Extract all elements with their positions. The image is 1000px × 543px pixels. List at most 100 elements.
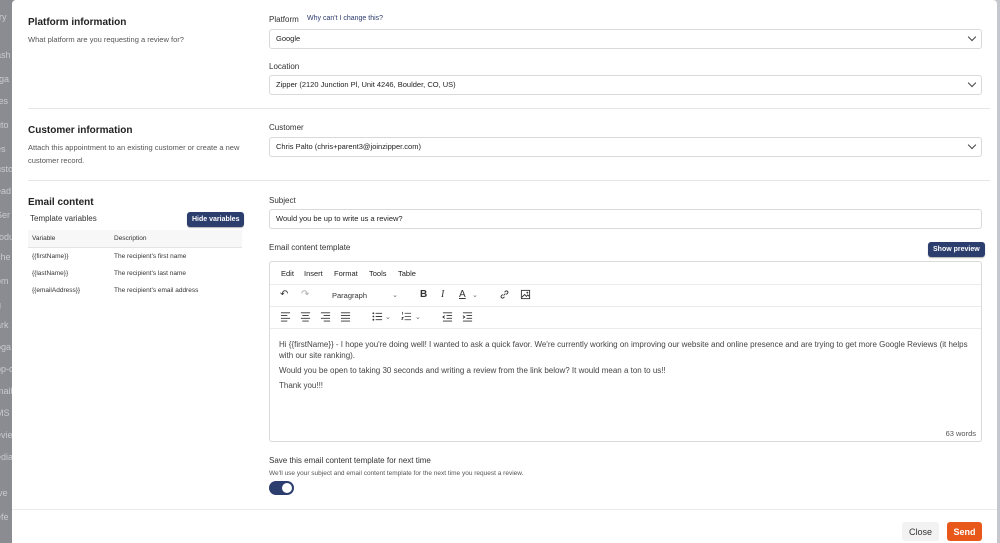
save-template-title: Save this email content template for nex… xyxy=(269,456,431,465)
footer-divider xyxy=(12,509,997,510)
platform-select[interactable]: Google xyxy=(269,29,982,49)
background-nav-item: ark xyxy=(0,320,9,330)
table-row: {{emailAddress}} The recipient's email a… xyxy=(28,282,242,299)
email-paragraph: Thank you!!! xyxy=(279,381,324,390)
customer-section-title: Customer information xyxy=(28,125,133,136)
background-nav-item: rry xyxy=(0,12,7,22)
text-color-icon[interactable]: A xyxy=(459,289,466,301)
outdent-icon[interactable] xyxy=(442,311,453,326)
column-header-description: Description xyxy=(114,235,147,242)
show-preview-button[interactable]: Show preview xyxy=(928,242,985,257)
chevron-down-icon[interactable]: ⌄ xyxy=(472,290,478,302)
menu-table[interactable]: Table xyxy=(398,269,416,278)
chevron-down-icon[interactable]: ⌄ xyxy=(385,312,391,324)
chevron-down-icon: ⌄ xyxy=(392,292,398,299)
editor-menubar: Edit Insert Format Tools Table xyxy=(270,262,981,284)
email-paragraph: Would you be open to taking 30 seconds a… xyxy=(279,366,666,375)
undo-icon[interactable]: ↶ xyxy=(280,289,288,301)
template-variables-title: Template variables xyxy=(30,214,97,223)
close-button[interactable]: Close xyxy=(902,522,939,541)
save-template-toggle[interactable] xyxy=(269,481,294,495)
numbered-list-icon[interactable] xyxy=(400,311,412,326)
align-left-icon[interactable] xyxy=(280,311,291,326)
background-nav-item: ive xyxy=(0,488,8,498)
background-nav-item: g xyxy=(0,300,1,310)
bullet-list-icon[interactable] xyxy=(372,311,383,326)
variable-name: {{lastName}} xyxy=(32,270,69,277)
background-nav-item: evie xyxy=(0,430,13,440)
word-count: 63 words xyxy=(945,429,976,438)
background-nav-item: ash xyxy=(0,50,11,60)
background-nav-item: efe xyxy=(0,512,9,522)
redo-icon[interactable]: ↷ xyxy=(301,289,309,301)
column-header-variable: Variable xyxy=(32,235,56,242)
menu-insert[interactable]: Insert xyxy=(304,269,323,278)
template-variables-table: Variable Description {{firstName}} The r… xyxy=(28,230,242,299)
platform-section-title: Platform information xyxy=(28,17,127,28)
variable-name: {{emailAddress}} xyxy=(32,287,81,294)
chevron-down-icon xyxy=(967,78,977,88)
email-paragraph: Hi {{firstName}} - I hope you're doing w… xyxy=(279,340,968,360)
customer-section-description: Attach this appointment to an existing c… xyxy=(28,143,240,165)
variable-description: The recipient's email address xyxy=(114,287,199,294)
customer-select-value: Chris Palto (chris+parent3@joinzipper.co… xyxy=(276,142,421,151)
request-review-modal: Platform information What platform are y… xyxy=(12,0,997,543)
why-cant-change-link[interactable]: Why can't I change this? xyxy=(307,15,383,22)
rich-text-editor: Edit Insert Format Tools Table ↶ ↷ Parag… xyxy=(269,261,982,442)
variable-description: The recipient's first name xyxy=(114,253,187,260)
background-nav-item: MS xyxy=(0,408,10,418)
background-nav-item: oga xyxy=(0,342,12,352)
background-nav-item: ead xyxy=(0,186,12,196)
editor-toolbar-row-2: ⌄ ⌄ xyxy=(270,306,981,327)
variable-name: {{firstName}} xyxy=(32,253,69,260)
email-body-editor[interactable]: Hi {{firstName}} - I hope you're doing w… xyxy=(270,328,981,426)
background-nav-item: es xyxy=(0,144,6,154)
toggle-knob xyxy=(282,483,292,493)
subject-input[interactable]: Would you be up to write us a review? xyxy=(269,209,982,229)
background-nav-item: om xyxy=(0,276,9,286)
section-divider xyxy=(28,108,990,109)
bold-icon[interactable]: B xyxy=(420,289,427,301)
background-nav-item: rga xyxy=(0,74,10,84)
subject-label: Subject xyxy=(269,196,296,205)
table-row: {{lastName}} The recipient's last name xyxy=(28,265,242,282)
table-header: Variable Description xyxy=(28,230,242,248)
location-select-value: Zipper (2120 Junction Pl, Unit 4246, Bou… xyxy=(276,80,456,89)
platform-label: Platform xyxy=(269,15,299,24)
send-button[interactable]: Send xyxy=(947,522,982,541)
paragraph-format-select[interactable]: Paragraph ⌄ xyxy=(332,290,400,302)
align-center-icon[interactable] xyxy=(300,311,311,326)
email-template-label: Email content template xyxy=(269,243,351,252)
image-icon[interactable] xyxy=(520,289,531,304)
indent-icon[interactable] xyxy=(462,311,473,326)
customer-label: Customer xyxy=(269,123,304,132)
background-nav-item: che xyxy=(0,252,11,262)
paragraph-format-value: Paragraph xyxy=(332,291,368,300)
email-section-title: Email content xyxy=(28,197,94,208)
location-label: Location xyxy=(269,62,300,71)
align-right-icon[interactable] xyxy=(320,311,331,326)
customer-select[interactable]: Chris Palto (chris+parent3@joinzipper.co… xyxy=(269,137,982,157)
menu-format[interactable]: Format xyxy=(334,269,358,278)
chevron-down-icon xyxy=(967,32,977,42)
align-justify-icon[interactable] xyxy=(340,311,351,326)
location-select[interactable]: Zipper (2120 Junction Pl, Unit 4246, Bou… xyxy=(269,75,982,95)
background-nav-item: Ser xyxy=(0,210,11,220)
background-nav-item: uto xyxy=(0,120,9,130)
save-template-description: We'll use your subject and email content… xyxy=(269,470,524,477)
hide-variables-button[interactable]: Hide variables xyxy=(187,212,245,227)
chevron-down-icon[interactable]: ⌄ xyxy=(415,312,421,324)
chevron-down-icon xyxy=(967,140,977,150)
platform-select-value: Google xyxy=(276,34,301,43)
background-nav-item: tes xyxy=(0,96,9,106)
background-nav-item: mail xyxy=(0,386,13,396)
menu-edit[interactable]: Edit xyxy=(281,269,294,278)
variable-description: The recipient's last name xyxy=(114,270,187,277)
editor-toolbar-row-1: ↶ ↷ Paragraph ⌄ B I A ⌄ xyxy=(270,284,981,305)
platform-section-description: What platform are you requesting a revie… xyxy=(28,35,184,44)
table-row: {{firstName}} The recipient's first name xyxy=(28,248,242,265)
link-icon[interactable] xyxy=(499,289,510,304)
italic-icon[interactable]: I xyxy=(441,289,444,301)
menu-tools[interactable]: Tools xyxy=(369,269,387,278)
section-divider xyxy=(28,180,990,181)
